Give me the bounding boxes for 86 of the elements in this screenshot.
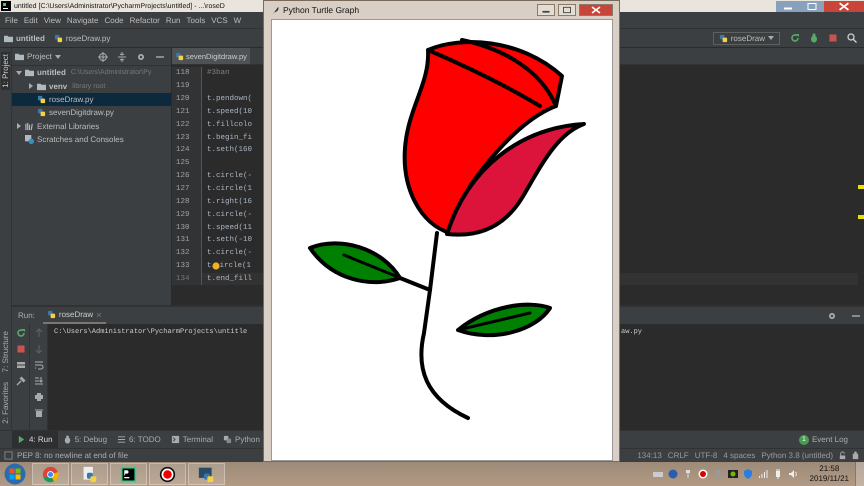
breadcrumb[interactable]: untitled xyxy=(16,34,45,42)
browser-icon[interactable] xyxy=(42,466,59,482)
search-icon[interactable] xyxy=(847,33,857,43)
tool-window-tab[interactable]: 6: TODO xyxy=(112,431,166,448)
run-tab[interactable]: roseDraw xyxy=(42,307,106,324)
expand-arrow-icon[interactable] xyxy=(16,123,22,130)
minimize-icon[interactable] xyxy=(537,4,555,16)
settings-icon[interactable] xyxy=(136,52,146,62)
menu-item[interactable]: Edit xyxy=(20,16,41,24)
python-file-icon xyxy=(175,52,184,60)
status-message: PEP 8: no newline at end of file xyxy=(17,451,128,460)
menu-item[interactable]: W xyxy=(230,16,244,24)
tree-item[interactable]: Scratches and Consoles xyxy=(12,132,171,146)
python-file-icon xyxy=(46,310,56,319)
rerun-icon[interactable] xyxy=(790,33,800,43)
target-icon[interactable] xyxy=(98,52,108,62)
python-file-icon[interactable] xyxy=(81,466,98,482)
side-tab[interactable]: 7: Structure xyxy=(1,330,10,372)
signal-icon[interactable] xyxy=(758,469,768,479)
tool-window-tab[interactable]: Python xyxy=(218,431,265,448)
side-tab[interactable]: 2: Favorites xyxy=(1,382,10,424)
menu-item[interactable]: File xyxy=(2,16,21,24)
status-item[interactable]: CRLF xyxy=(668,451,689,460)
list-icon xyxy=(117,435,126,444)
window-title: Python Turtle Graph xyxy=(283,5,360,15)
soft-wrap-icon[interactable] xyxy=(34,360,44,370)
start-button-icon[interactable] xyxy=(4,463,26,485)
menu-item[interactable]: Run xyxy=(162,16,184,24)
menu-item[interactable]: VCS xyxy=(208,16,231,24)
menu-item[interactable]: View xyxy=(40,16,64,24)
tool-window-tab[interactable]: Terminal xyxy=(166,431,218,448)
menu-item[interactable]: Refactor xyxy=(126,16,163,24)
volume-icon[interactable] xyxy=(788,469,798,479)
stop-icon[interactable] xyxy=(828,33,838,43)
collapse-icon[interactable] xyxy=(117,52,127,62)
panel-title[interactable]: Project xyxy=(27,52,52,61)
close-icon[interactable] xyxy=(579,4,613,16)
menu-item[interactable]: Code xyxy=(101,16,127,24)
python-window-icon[interactable] xyxy=(198,466,215,482)
clock-time[interactable]: 21:58 xyxy=(819,464,840,474)
python-file-icon xyxy=(718,34,728,42)
folder-icon xyxy=(4,34,13,42)
status-item[interactable]: UTF-8 xyxy=(694,451,718,460)
scratch-icon xyxy=(25,135,34,144)
lock-icon[interactable] xyxy=(838,451,847,460)
feather-icon xyxy=(271,6,280,14)
tree-item[interactable]: sevenDigitdraw.py xyxy=(12,106,171,120)
status-item[interactable]: 4 spaces xyxy=(723,451,756,460)
side-tab[interactable]: 1: Project xyxy=(1,52,10,90)
settings-icon[interactable] xyxy=(827,310,837,320)
clock-date[interactable]: 2019/11/21 xyxy=(810,474,849,484)
bug-icon[interactable] xyxy=(809,33,819,43)
app-logo-icon xyxy=(1,1,11,11)
graphics-icon[interactable] xyxy=(728,469,738,479)
square-icon[interactable] xyxy=(4,451,13,460)
record-icon[interactable] xyxy=(159,466,176,482)
expand-arrow-icon[interactable] xyxy=(16,70,22,76)
stop-icon[interactable] xyxy=(16,344,26,354)
python-icon xyxy=(223,435,232,444)
tool-window-tab[interactable]: 5: Debug xyxy=(58,431,112,448)
tree-item[interactable]: roseDraw.py xyxy=(12,92,171,106)
play-icon xyxy=(17,435,26,444)
run-config-dropdown[interactable]: roseDraw xyxy=(712,32,780,44)
tree-item[interactable]: External Libraries xyxy=(12,120,171,133)
rerun-icon[interactable] xyxy=(16,328,26,338)
library-icon xyxy=(25,122,34,131)
status-item[interactable]: 134:13 xyxy=(637,451,662,460)
expand-arrow-icon[interactable] xyxy=(28,83,34,90)
breadcrumb[interactable]: roseDraw.py xyxy=(66,34,110,42)
lightbulb-icon[interactable] xyxy=(212,262,220,270)
bug-icon xyxy=(62,435,72,444)
close-icon[interactable] xyxy=(824,0,864,12)
pycharm-icon[interactable] xyxy=(120,466,137,482)
run-label: Run: xyxy=(18,311,35,320)
trash-icon[interactable] xyxy=(34,408,44,418)
scroll-to-end-icon[interactable] xyxy=(34,376,44,386)
caret-icon xyxy=(54,54,61,58)
menu-item[interactable]: Navigate xyxy=(64,16,102,24)
tool-window-tab[interactable]: 4: Run xyxy=(12,431,58,448)
terminal-icon xyxy=(170,435,180,444)
status-item[interactable]: Python 3.8 (untitled) xyxy=(761,451,833,460)
python-file-icon xyxy=(54,34,63,42)
maximize-icon[interactable] xyxy=(558,4,576,16)
menu-item[interactable]: Tools xyxy=(184,16,208,24)
caret-icon xyxy=(768,36,774,40)
layout-icon[interactable] xyxy=(16,360,26,370)
